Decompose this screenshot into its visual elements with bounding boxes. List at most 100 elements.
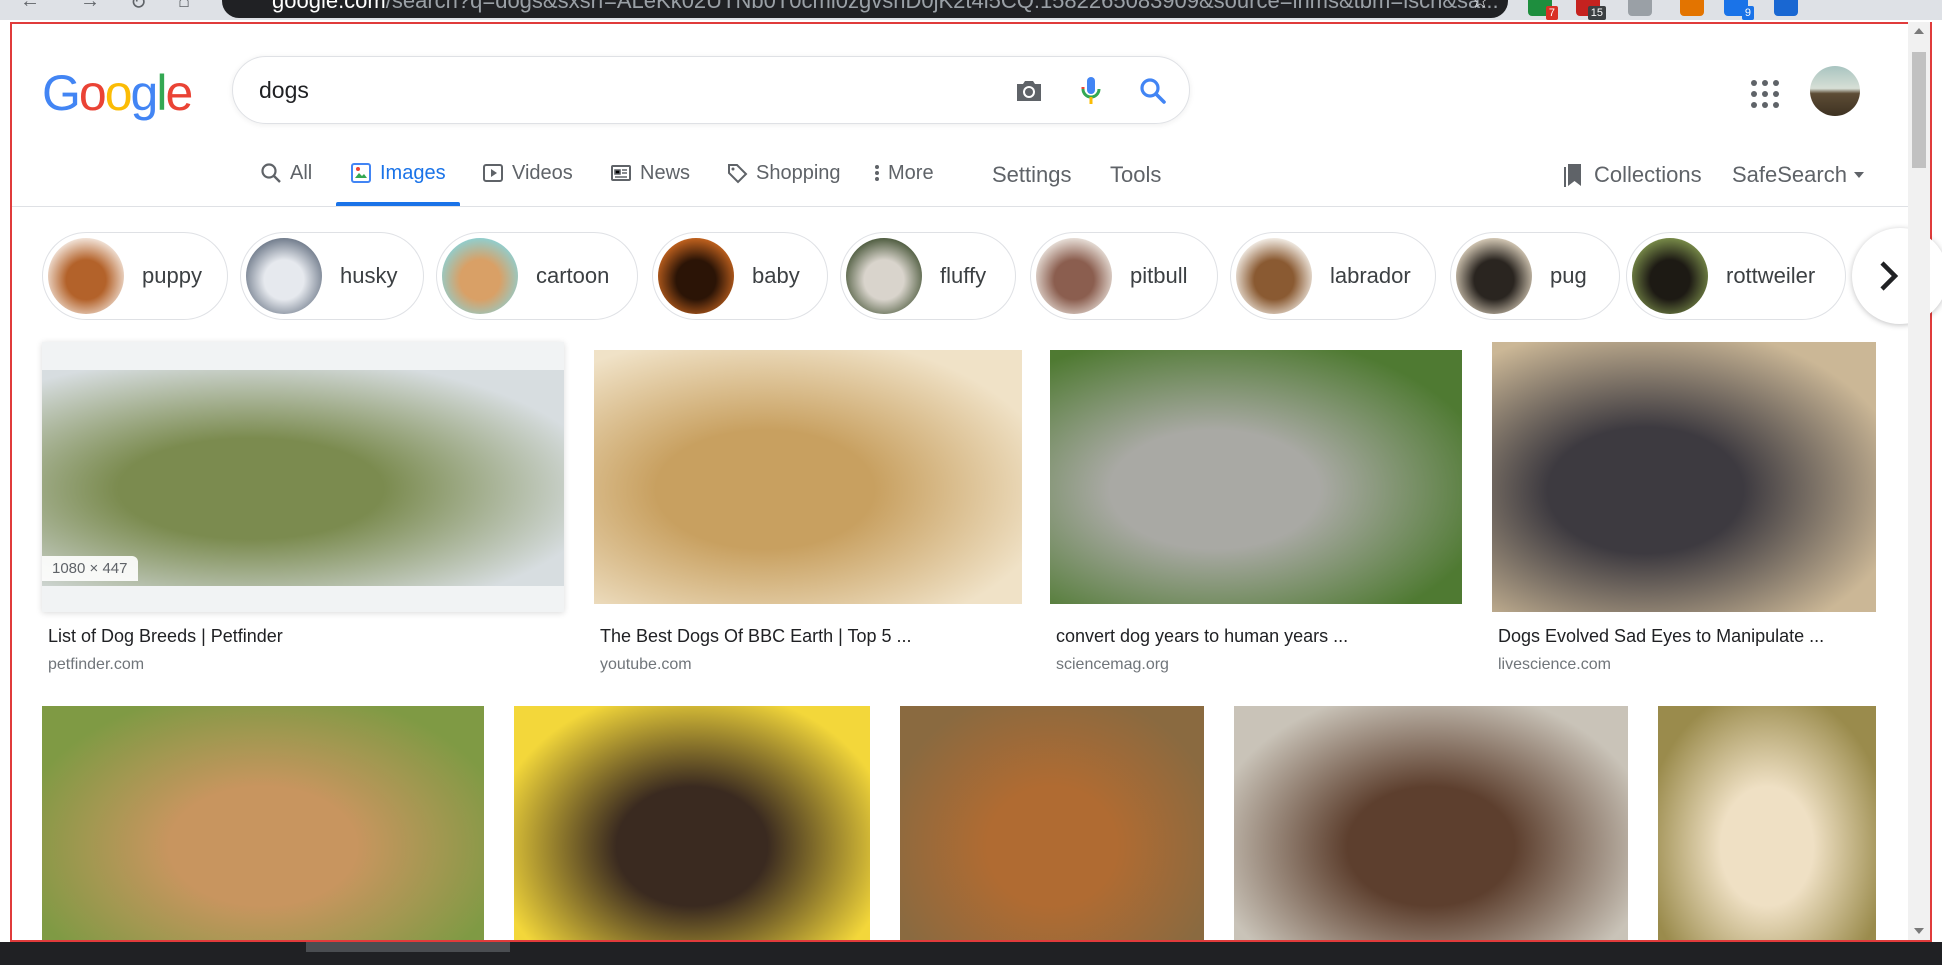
- result-source[interactable]: youtube.com: [600, 656, 692, 674]
- chip-thumbnail: [1036, 238, 1112, 314]
- scroll-down-icon[interactable]: [1914, 928, 1924, 934]
- taskbar-strip: [0, 942, 1942, 965]
- related-chip-husky[interactable]: husky: [240, 232, 424, 320]
- image-result[interactable]: [1234, 706, 1628, 940]
- ext-2-icon[interactable]: 15: [1576, 0, 1606, 20]
- related-chip-baby[interactable]: baby: [652, 232, 828, 320]
- ext-1-icon[interactable]: 7: [1528, 0, 1558, 20]
- microphone-icon[interactable]: [1071, 71, 1111, 111]
- chip-thumbnail: [846, 238, 922, 314]
- result-thumbnail[interactable]: [1050, 350, 1462, 604]
- search-icon: [261, 163, 281, 183]
- chip-label: pug: [1550, 263, 1587, 288]
- chip-label: puppy: [142, 263, 202, 288]
- collections-label: Collections: [1594, 162, 1702, 187]
- scrollbar-thumb[interactable]: [1912, 52, 1926, 168]
- result-title[interactable]: The Best Dogs Of BBC Earth | Top 5 ...: [600, 626, 911, 647]
- tab-label: Images: [380, 162, 446, 184]
- browser-toolbar: ← → ↻ ⌂ google.com/search?q=dogs&sxsrf=A…: [0, 0, 1942, 20]
- chip-thumbnail: [658, 238, 734, 314]
- chip-label: rottweiler: [1726, 263, 1816, 288]
- logo-letter: g: [130, 65, 159, 121]
- settings-link[interactable]: Settings: [992, 162, 1072, 188]
- logo-letter: o: [78, 65, 107, 121]
- safesearch-dropdown[interactable]: SafeSearch: [1732, 162, 1865, 188]
- url-host: google.com: [272, 0, 386, 13]
- ext-3-icon[interactable]: [1628, 0, 1652, 16]
- related-chip-labrador[interactable]: labrador: [1230, 232, 1436, 320]
- image-result[interactable]: [1658, 706, 1876, 940]
- tab-label: More: [888, 162, 934, 184]
- chip-label: baby: [752, 263, 800, 288]
- result-title[interactable]: Dogs Evolved Sad Eyes to Manipulate ...: [1498, 626, 1824, 647]
- image-result[interactable]: [42, 706, 484, 940]
- extension-badge: 7: [1545, 6, 1558, 20]
- scroll-up-icon[interactable]: [1914, 28, 1924, 34]
- avatar[interactable]: [1810, 66, 1860, 116]
- tab-news[interactable]: News: [610, 158, 690, 206]
- search-box[interactable]: [232, 56, 1190, 124]
- news-icon: [611, 165, 631, 181]
- search-icon[interactable]: [1133, 71, 1173, 111]
- collections-link[interactable]: Collections: [1562, 162, 1702, 188]
- result-source[interactable]: petfinder.com: [48, 656, 144, 674]
- related-chip-cartoon[interactable]: cartoon: [436, 232, 638, 320]
- tab-videos[interactable]: Videos: [482, 158, 573, 206]
- result-source[interactable]: livescience.com: [1498, 656, 1611, 674]
- bookmark-star-icon[interactable]: ☆: [1470, 0, 1490, 18]
- header-divider: [12, 206, 1930, 207]
- related-chip-pug[interactable]: pug: [1450, 232, 1620, 320]
- logo-letter: o: [104, 65, 133, 121]
- chip-thumbnail: [1456, 238, 1532, 314]
- home-icon[interactable]: ⌂: [178, 0, 190, 13]
- google-logo[interactable]: Google: [42, 64, 193, 122]
- related-chip-puppy[interactable]: puppy: [42, 232, 228, 320]
- chip-label: pitbull: [1130, 263, 1188, 288]
- related-chip-pitbull[interactable]: pitbull: [1030, 232, 1218, 320]
- forward-icon[interactable]: →: [80, 0, 100, 13]
- camera-icon[interactable]: [1009, 71, 1049, 111]
- extension-badge: 15: [1587, 6, 1606, 20]
- play-icon: [483, 164, 503, 182]
- scrollbar[interactable]: [1908, 22, 1930, 940]
- related-chip-rottweiler[interactable]: rottweiler: [1626, 232, 1846, 320]
- extension-badge: 9: [1741, 6, 1754, 20]
- logo-letter: e: [165, 65, 193, 121]
- chip-label: husky: [340, 263, 398, 288]
- related-chip-fluffy[interactable]: fluffy: [840, 232, 1016, 320]
- more-vert-icon: [875, 165, 879, 181]
- chip-label: fluffy: [940, 263, 987, 288]
- safesearch-label: SafeSearch: [1732, 162, 1847, 187]
- chip-label: cartoon: [536, 263, 610, 288]
- reload-icon[interactable]: ↻: [130, 0, 147, 15]
- image-result[interactable]: [900, 706, 1204, 940]
- caret-down-icon: [1853, 172, 1864, 178]
- search-input[interactable]: [259, 73, 979, 107]
- ext-4-icon[interactable]: [1680, 0, 1704, 16]
- result-thumbnail[interactable]: [594, 350, 1022, 604]
- image-result[interactable]: [514, 706, 870, 940]
- tools-link[interactable]: Tools: [1110, 162, 1161, 188]
- apps-grid-icon[interactable]: [1744, 74, 1780, 110]
- ext-6-icon[interactable]: [1774, 0, 1798, 16]
- result-source[interactable]: sciencemag.org: [1056, 656, 1169, 674]
- tag-icon: [728, 164, 748, 184]
- chip-thumbnail: [1632, 238, 1708, 314]
- result-title[interactable]: convert dog years to human years ...: [1056, 626, 1348, 647]
- logo-letter: G: [42, 65, 81, 121]
- result-thumbnail[interactable]: [1492, 342, 1876, 612]
- tab-images[interactable]: Images: [336, 158, 460, 206]
- tab-more[interactable]: More: [874, 158, 934, 206]
- chip-thumbnail: [1236, 238, 1312, 314]
- back-icon[interactable]: ←: [20, 0, 40, 13]
- chip-thumbnail: [442, 238, 518, 314]
- image-dimensions: 1080 × 447: [42, 556, 138, 581]
- result-thumbnail[interactable]: [42, 370, 564, 586]
- result-title[interactable]: List of Dog Breeds | Petfinder: [48, 626, 283, 647]
- url-path: /search?q=dogs&sxsrf=ALeKk02UTNb0T0cmi0z…: [385, 0, 1499, 13]
- address-bar[interactable]: google.com/search?q=dogs&sxsrf=ALeKk02UT…: [222, 0, 1508, 18]
- ext-5-icon[interactable]: 9: [1724, 0, 1754, 20]
- tab-shopping[interactable]: Shopping: [726, 158, 841, 206]
- tab-all[interactable]: All: [260, 158, 312, 206]
- chip-thumbnail: [48, 238, 124, 314]
